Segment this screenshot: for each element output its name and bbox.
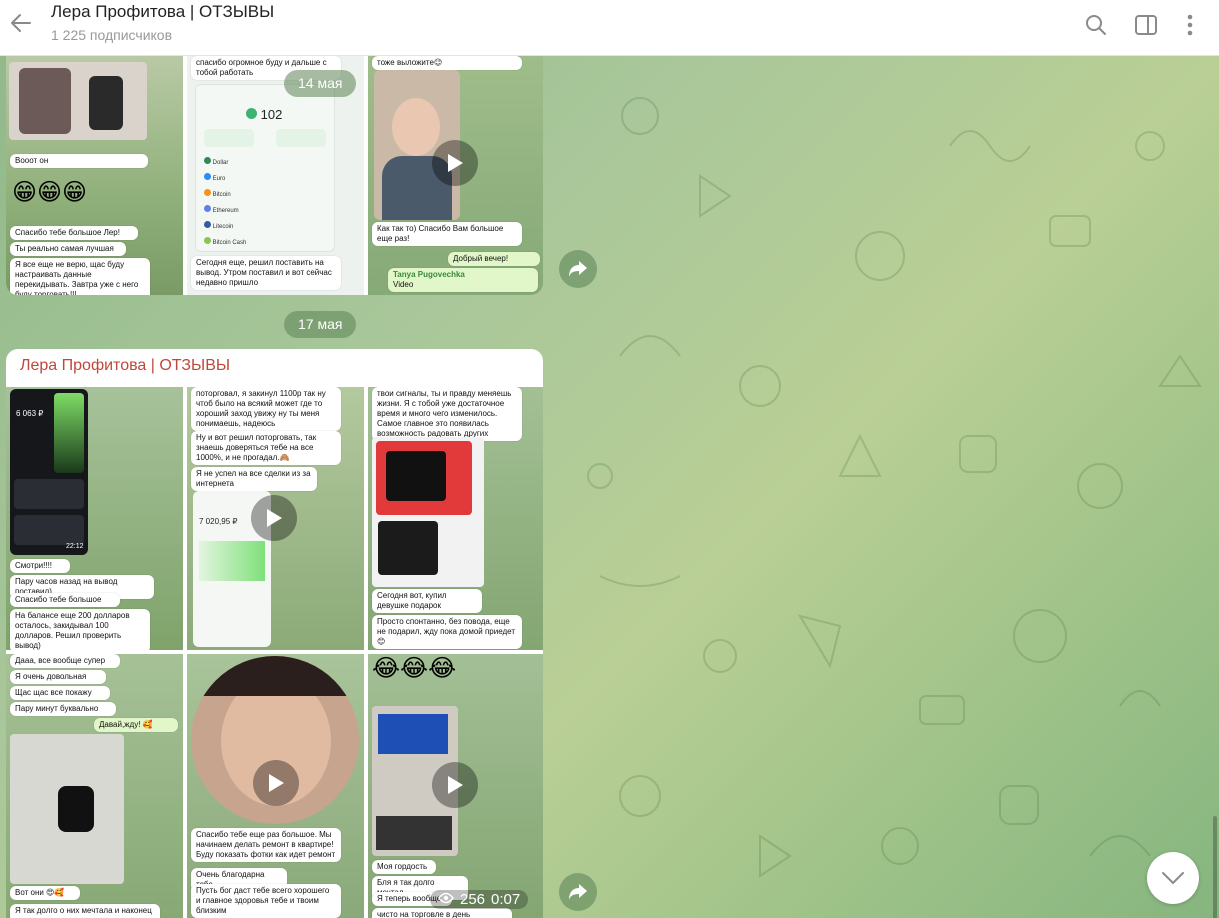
sidebar-toggle-icon[interactable] bbox=[1133, 12, 1159, 38]
message-bubble: Моя гордость bbox=[372, 860, 436, 874]
play-icon[interactable] bbox=[251, 495, 297, 541]
chat-area[interactable]: Вооот он 😁😁😁 Спасибо тебе большое Лер! Т… bbox=[0, 56, 1219, 918]
media-album-1[interactable]: Вооот он 😁😁😁 Спасибо тебе большое Лер! Т… bbox=[6, 56, 543, 295]
emoji-row: 😂😂😂 bbox=[372, 655, 457, 682]
scrollbar-thumb[interactable] bbox=[1213, 816, 1217, 918]
message-bubble: поторговал, я закинул 1100р так ну чтоб … bbox=[191, 387, 341, 431]
message-bubble: Я не успел на все сделки из за интернета bbox=[191, 467, 317, 491]
gift-photo bbox=[372, 437, 484, 587]
message-bubble: Я так долго о них мечтала и наконец то bbox=[10, 904, 160, 918]
date-separator: 17 мая bbox=[284, 311, 357, 338]
views-counter: 256 0:07 bbox=[430, 890, 529, 909]
message-bubble: Ты реально самая лучшая bbox=[10, 242, 126, 256]
message-bubble: Я очень довольная bbox=[10, 670, 106, 684]
message-bubble: Сегодня еще, решил поставить на вывод. У… bbox=[191, 256, 341, 290]
album1-photo-1[interactable]: Вооот он 😁😁😁 Спасибо тебе большое Лер! Т… bbox=[6, 56, 183, 295]
media-album-2[interactable]: Лера Профитова | ОТЗЫВЫ 6 063 ₽ 22:12 См… bbox=[6, 349, 543, 918]
subscriber-count: 1 225 подписчиков bbox=[51, 27, 173, 43]
scroll-to-bottom-button[interactable] bbox=[1147, 852, 1199, 904]
outgoing-message-bubble: Давай,жду! 🥰 bbox=[94, 718, 178, 732]
date-separator: 14 мая bbox=[284, 70, 357, 97]
album2-video-2[interactable]: поторговал, я закинул 1100р так ну чтоб … bbox=[187, 387, 364, 650]
forward-icon[interactable] bbox=[559, 873, 597, 911]
channel-title[interactable]: Лера Профитова | ОТЗЫВЫ bbox=[51, 2, 274, 22]
message-bubble: Я все еще не верю, щас буду настраивать … bbox=[10, 258, 150, 295]
message-bubble: Вот они 😍🥰 bbox=[10, 886, 80, 900]
message-bubble: Пусть бог даст тебе всего хорошего и гла… bbox=[191, 884, 341, 918]
message-bubble: Спасибо тебе большое Лер! bbox=[10, 226, 138, 240]
phone-photo bbox=[9, 62, 147, 140]
reply-preview: Tanya Pugovechka Video bbox=[388, 268, 538, 292]
emoji-row: 😁😁😁 bbox=[12, 179, 88, 206]
banking-screenshot: 6 063 ₽ 22:12 bbox=[10, 389, 88, 555]
sender-name[interactable]: Лера Профитова | ОТЗЫВЫ bbox=[20, 357, 230, 375]
message-bubble: тоже выложите😉 bbox=[372, 56, 522, 70]
search-icon[interactable] bbox=[1083, 12, 1109, 38]
play-icon[interactable] bbox=[253, 760, 299, 806]
message-bubble: Щас щас все покажу bbox=[10, 686, 110, 700]
eye-icon bbox=[438, 891, 454, 908]
message-bubble: Вооот он bbox=[10, 154, 148, 168]
video-duration: 0:07 bbox=[491, 891, 521, 908]
play-icon[interactable] bbox=[432, 140, 478, 186]
message-bubble: Спасибо тебе еще раз большое. Мы начинае… bbox=[191, 828, 341, 862]
album2-video-6[interactable]: 😂😂😂 Моя гордость Бля я так долго мечтал … bbox=[368, 654, 543, 918]
chat-header: Лера Профитова | ОТЗЫВЫ 1 225 подписчико… bbox=[0, 0, 1219, 56]
back-arrow-icon[interactable] bbox=[6, 8, 36, 38]
play-icon[interactable] bbox=[432, 762, 478, 808]
message-bubble: Дааа, все вообще супер bbox=[10, 654, 120, 668]
more-vert-icon[interactable] bbox=[1177, 12, 1203, 38]
message-bubble: твои сигналы, ты и правду меняешь жизни.… bbox=[372, 387, 522, 441]
message-bubble: Пару минут буквально bbox=[10, 702, 116, 716]
message-bubble: Просто спонтанно, без повода, еще не под… bbox=[372, 615, 522, 649]
message-bubble: Сегодня вот, купил девушке подарок bbox=[372, 589, 482, 613]
outgoing-message-bubble: Добрый вечер! bbox=[448, 252, 540, 266]
view-count: 256 bbox=[460, 891, 486, 908]
album1-video-3[interactable]: тоже выложите😉 Как так то) Спасибо Вам б… bbox=[368, 56, 543, 295]
wallet-screenshot: 102 Dollar Euro Bitcoin Ethereum Litecoi… bbox=[195, 84, 335, 252]
message-bubble: Ну и вот решил поторговать, так знаешь д… bbox=[191, 431, 341, 465]
watch-photo bbox=[10, 734, 124, 884]
album2-video-5[interactable]: Спасибо тебе еще раз большое. Мы начинае… bbox=[187, 654, 364, 918]
chevron-down-icon bbox=[1162, 872, 1184, 885]
message-bubble: Спасибо тебе большое bbox=[10, 593, 120, 607]
album2-photo-1[interactable]: 6 063 ₽ 22:12 Смотри!!!! Пару часов наза… bbox=[6, 387, 183, 650]
message-bubble: чисто на торговле в день отвлекаться bbox=[372, 908, 512, 918]
forward-icon[interactable] bbox=[559, 250, 597, 288]
message-bubble: Как так то) Спасибо Вам большое еще раз! bbox=[372, 222, 522, 246]
album2-photo-4[interactable]: Дааа, все вообще супер Я очень довольная… bbox=[6, 654, 183, 918]
album2-photo-3[interactable]: твои сигналы, ты и правду меняешь жизни.… bbox=[368, 387, 543, 650]
message-bubble: Смотри!!!! bbox=[10, 559, 70, 573]
message-bubble: На балансе еще 200 долларов осталось, за… bbox=[10, 609, 150, 650]
